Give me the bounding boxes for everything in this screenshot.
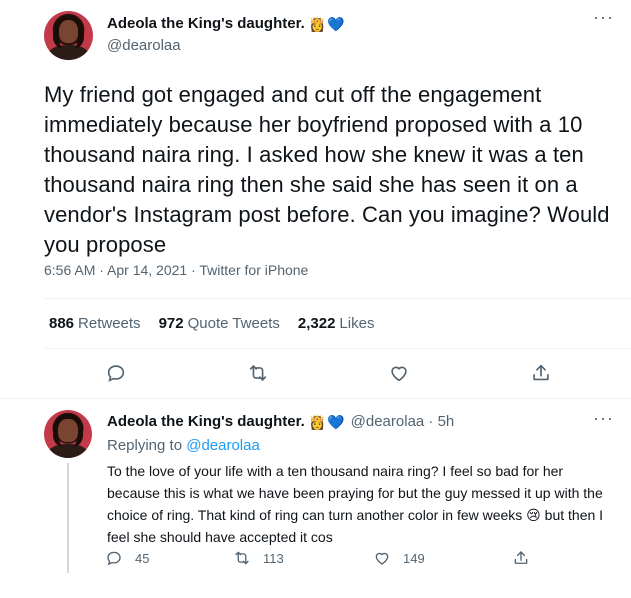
reply-author-handle-time[interactable]: @dearolaa · 5h	[351, 413, 455, 430]
author-handle[interactable]: @dearolaa	[107, 37, 181, 54]
more-options-icon[interactable]: ···	[593, 8, 614, 26]
main-tweet[interactable]: Adeola the King's daughter. 👸 💙 @dearola…	[0, 0, 631, 400]
retweet-icon	[233, 549, 251, 567]
replying-to-prefix: Replying to	[107, 437, 183, 454]
retweet-count: 113	[263, 550, 284, 566]
princess-emoji-icon: 👸	[308, 413, 327, 430]
quote-tweets-label: Quote Tweets	[187, 315, 280, 332]
blue-heart-emoji-icon: 💙	[327, 15, 345, 32]
like-icon	[373, 549, 391, 567]
reply-icon[interactable]	[105, 362, 127, 384]
tweet-meta[interactable]: 6:56 AM · Apr 14, 2021 · Twitter for iPh…	[44, 262, 308, 278]
reply-text: To the love of your life with a ten thou…	[107, 463, 604, 545]
replying-to-mention[interactable]: @dearolaa	[186, 437, 260, 454]
princess-emoji-icon: 👸	[308, 15, 327, 32]
retweets-stat[interactable]: 886 Retweets	[49, 315, 141, 332]
likes-count: 2,322	[297, 315, 336, 332]
likes-label: Likes	[339, 315, 375, 332]
like-icon[interactable]	[388, 362, 410, 384]
more-options-icon[interactable]: ···	[593, 409, 614, 427]
author-avatar[interactable]	[44, 11, 93, 60]
blue-heart-emoji-icon: 💙	[327, 413, 345, 430]
divider	[44, 298, 631, 299]
retweets-label: Retweets	[78, 315, 141, 332]
tweet-text: My friend got engaged and cut off the en…	[44, 82, 610, 257]
reply-author-name[interactable]: Adeola the King's daughter.	[107, 413, 305, 430]
divider	[44, 348, 631, 349]
share-icon	[512, 549, 530, 567]
retweet-icon[interactable]	[247, 362, 269, 384]
reply-share-button[interactable]	[512, 549, 542, 567]
reply-author-avatar[interactable]	[44, 410, 92, 458]
retweets-count: 886	[49, 315, 75, 332]
like-count: 149	[403, 550, 425, 566]
reply-like-button[interactable]: 149	[373, 549, 425, 567]
author-name[interactable]: Adeola the King's daughter.	[107, 15, 305, 32]
reply-retweet-button[interactable]: 113	[233, 549, 284, 567]
replying-to: Replying to @dearolaa	[107, 437, 260, 454]
reply-icon	[105, 549, 123, 567]
quote-tweets-stat[interactable]: 972 Quote Tweets	[159, 315, 280, 332]
reply-reply-button[interactable]: 45	[105, 549, 149, 567]
likes-stat[interactable]: 2,322 Likes	[298, 315, 375, 332]
divider	[0, 398, 631, 399]
quote-tweets-count: 972	[158, 315, 184, 332]
reply-author-row[interactable]: Adeola the King's daughter. 👸 💙 @dearola…	[107, 413, 454, 430]
thread-line	[67, 463, 69, 573]
reply-count: 45	[135, 550, 150, 566]
tweet-stats: 886 Retweets 972 Quote Tweets 2,322 Likes	[49, 315, 374, 332]
author-name-row[interactable]: Adeola the King's daughter. 👸 💙	[107, 15, 345, 32]
share-icon[interactable]	[530, 362, 552, 384]
